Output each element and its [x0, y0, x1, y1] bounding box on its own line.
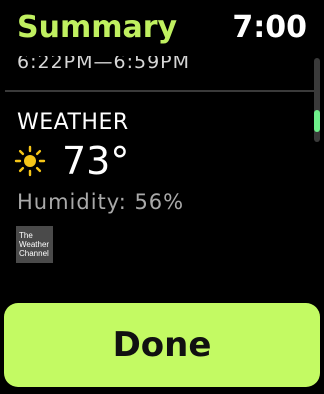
- humidity-value: Humidity: 56%: [17, 190, 185, 214]
- divider: [5, 90, 319, 92]
- page-title[interactable]: Summary: [17, 10, 177, 46]
- sun-icon: [14, 145, 46, 177]
- weather-temperature-row: 73°: [14, 138, 129, 184]
- weather-section-title: WEATHER: [17, 110, 129, 135]
- temperature-value: 73°: [62, 139, 130, 183]
- done-button[interactable]: Done: [4, 303, 320, 387]
- weather-channel-logo: The Weather Channel: [16, 226, 53, 263]
- scroll-indicator: [314, 58, 320, 142]
- status-header: Summary 7:00: [0, 0, 324, 56]
- clock: 7:00: [232, 10, 307, 45]
- scroll-thumb: [314, 110, 320, 132]
